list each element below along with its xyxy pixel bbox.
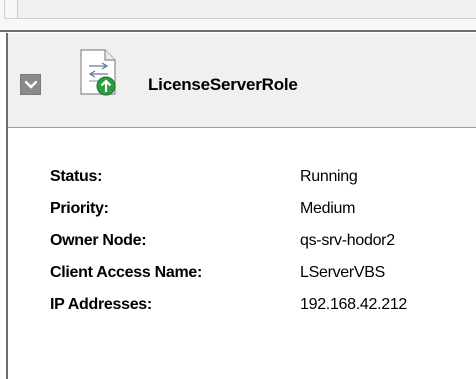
- priority-label: Priority:: [50, 200, 109, 217]
- client-access-name-label: Client Access Name:: [50, 264, 202, 281]
- detail-row-priority: Priority: Medium: [50, 200, 470, 222]
- detail-row-status: Status: Running: [50, 168, 470, 190]
- panel-divider: [0, 30, 476, 32]
- priority-value: Medium: [300, 200, 356, 217]
- client-access-name-value: LServerVBS: [300, 264, 386, 281]
- owner-node-value: qs-srv-hodor2: [300, 232, 395, 249]
- role-details-panel: LicenseServerRole Status: Running Priori…: [6, 33, 476, 379]
- license-server-role-icon: [80, 49, 116, 96]
- detail-row-owner-node: Owner Node: qs-srv-hodor2: [50, 232, 470, 254]
- role-header: LicenseServerRole: [8, 33, 476, 127]
- ip-addresses-value: 192.168.42.212: [300, 296, 408, 313]
- detail-row-client-access-name: Client Access Name: LServerVBS: [50, 264, 470, 286]
- header-divider: [8, 127, 476, 128]
- status-value: Running: [300, 168, 358, 185]
- owner-node-label: Owner Node:: [50, 232, 147, 249]
- detail-row-ip-addresses: IP Addresses: 192.168.42.212: [50, 296, 470, 318]
- status-label: Status:: [50, 168, 103, 185]
- chevron-down-icon: [24, 80, 37, 89]
- collapse-button[interactable]: [20, 74, 41, 95]
- previous-panel-cell: [5, 0, 18, 18]
- previous-panel-strip: [0, 0, 476, 30]
- ip-addresses-label: IP Addresses:: [50, 296, 152, 313]
- role-title: LicenseServerRole: [148, 75, 298, 94]
- previous-panel: [4, 0, 476, 19]
